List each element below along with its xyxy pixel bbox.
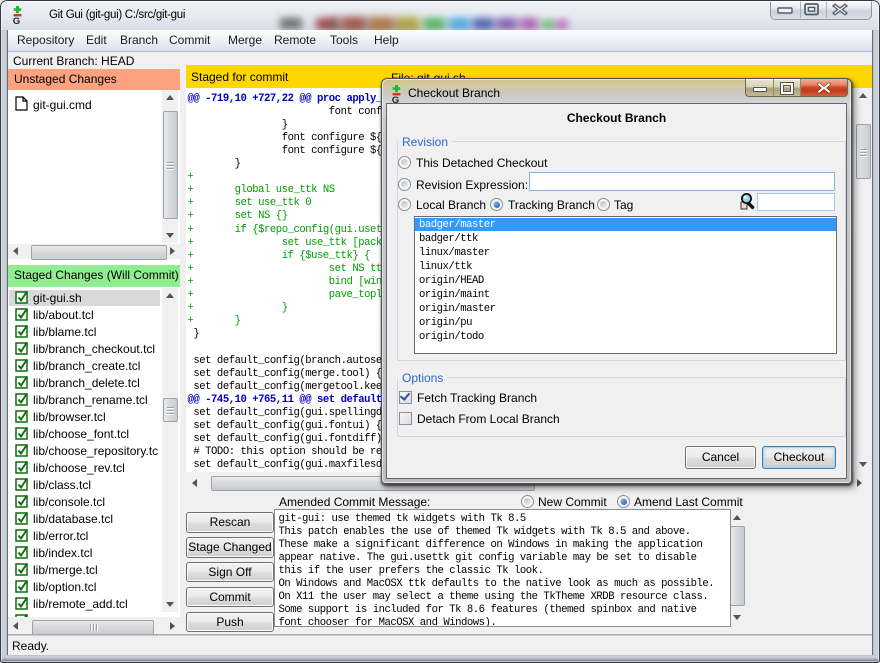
svg-text:G: G (13, 16, 20, 25)
